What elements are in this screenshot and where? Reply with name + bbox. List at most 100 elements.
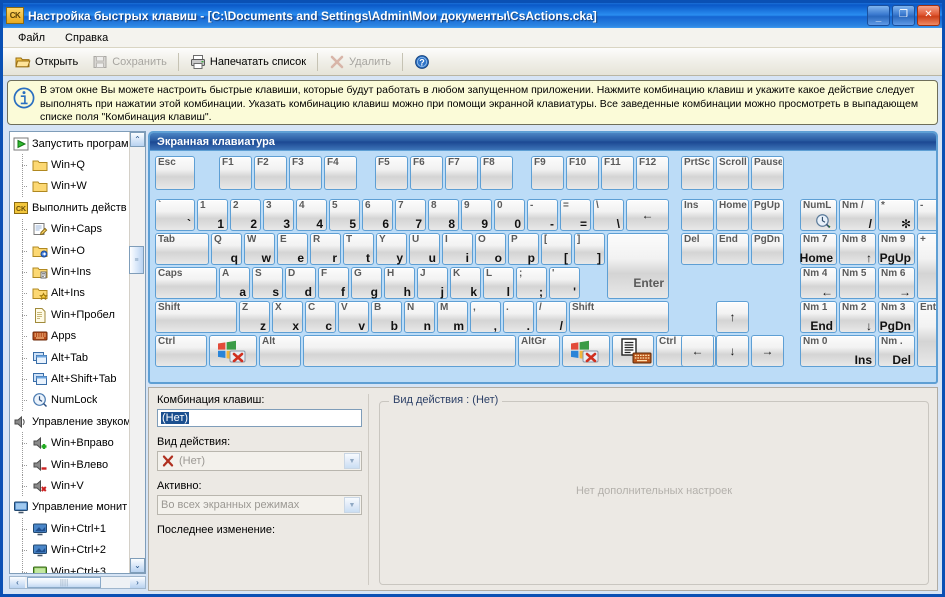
keyboard-key[interactable]: F4: [324, 156, 357, 190]
keyboard-key[interactable]: F2: [254, 156, 287, 190]
keyboard-key[interactable]: [612, 335, 654, 367]
keyboard-key[interactable]: Nn: [404, 301, 435, 333]
keyboard-key[interactable]: F3: [289, 156, 322, 190]
scroll-down-button[interactable]: ⌄: [130, 558, 145, 573]
tree-vertical-scrollbar[interactable]: ⌃ ⌄: [129, 132, 145, 573]
keyboard-key[interactable]: --: [527, 199, 558, 231]
actions-tree-list[interactable]: Запустить програм Win+Q Win+W CK Выполнить д…: [10, 132, 129, 573]
menu-item-help[interactable]: Справка: [56, 30, 117, 46]
tree-item-row[interactable]: Win+W: [10, 175, 129, 198]
keyboard-key[interactable]: Del: [681, 233, 714, 265]
on-screen-keyboard[interactable]: Esc F1 F2 F3 F4 F5 F6 F7 F8 F9 F10 F11 F12 PrtSc Scrol…: [150, 151, 936, 382]
keyboard-key[interactable]: F6: [410, 156, 443, 190]
scroll-right-button[interactable]: ›: [130, 577, 145, 588]
keyboard-key[interactable]: 33: [263, 199, 294, 231]
keyboard-key[interactable]: Jj: [417, 267, 448, 299]
keyboard-key[interactable]: Ee: [277, 233, 308, 265]
keyboard-key[interactable]: F10: [566, 156, 599, 190]
keyboard-key[interactable]: Scroll: [716, 156, 749, 190]
keyboard-key[interactable]: →: [751, 335, 784, 367]
keyboard-key[interactable]: End: [716, 233, 749, 265]
tree-item-row[interactable]: Win+Пробел: [10, 304, 129, 326]
keyboard-key[interactable]: Nm 6 →: [878, 267, 915, 299]
keyboard-key[interactable]: 11: [197, 199, 228, 231]
keyboard-key[interactable]: Nm . Del: [878, 335, 915, 367]
keyboard-key[interactable]: Oo: [475, 233, 506, 265]
keyboard-key[interactable]: Nm 8 ↑: [839, 233, 876, 265]
keyboard-key[interactable]: Dd: [285, 267, 316, 299]
keyboard-key[interactable]: Nm 0 Ins: [800, 335, 876, 367]
maximize-button[interactable]: ❐: [892, 5, 915, 26]
keyboard-key[interactable]: Nm 3 PgDn: [878, 301, 915, 333]
keyboard-key[interactable]: ++: [917, 233, 936, 299]
keyboard-key[interactable]: Tt: [343, 233, 374, 265]
keyboard-key[interactable]: Home: [716, 199, 749, 231]
tree-item-row[interactable]: NumLock: [10, 389, 129, 412]
keyboard-key[interactable]: Yy: [376, 233, 407, 265]
keyboard-key[interactable]: Nm 9 PgUp: [878, 233, 915, 265]
keyboard-key[interactable]: * ✻: [878, 199, 915, 231]
tree-scroll-thumb[interactable]: ≡: [129, 246, 144, 274]
keyboard-key[interactable]: 99: [461, 199, 492, 231]
tree-item-row[interactable]: Win+Ctrl+1: [10, 518, 129, 540]
tree-group-row[interactable]: CK Выполнить действ: [10, 197, 129, 218]
keyboard-key[interactable]: Nm 5: [839, 267, 876, 299]
active-select[interactable]: Во всех экранных режимах ▼: [157, 495, 362, 515]
keyboard-key[interactable]: Vv: [338, 301, 369, 333]
keyboard-key[interactable]: F12: [636, 156, 669, 190]
chevron-down-icon-2[interactable]: ▼: [344, 497, 360, 513]
keyboard-key[interactable]: Ins: [681, 199, 714, 231]
keyboard-key[interactable]: Aa: [219, 267, 250, 299]
menu-item-file[interactable]: Файл: [9, 30, 54, 46]
tree-item-row[interactable]: Win+O: [10, 239, 129, 262]
keyboard-key[interactable]: 88: [428, 199, 459, 231]
tree-item-row[interactable]: Win+Вправо: [10, 432, 129, 455]
keyboard-key[interactable]: Cc: [305, 301, 336, 333]
keyboard-key[interactable]: ]]: [574, 233, 605, 265]
keyboard-key[interactable]: Nm 1 End: [800, 301, 837, 333]
keyboard-key[interactable]: Ss: [252, 267, 283, 299]
keyboard-key[interactable]: 77: [395, 199, 426, 231]
keyboard-key[interactable]: Ff: [318, 267, 349, 299]
minimize-button[interactable]: _: [867, 5, 890, 26]
keyboard-key[interactable]: F5: [375, 156, 408, 190]
keyboard-key[interactable]: [[: [541, 233, 572, 265]
keyboard-key[interactable]: PrtSc: [681, 156, 714, 190]
chevron-down-icon[interactable]: ▼: [344, 453, 360, 469]
keyboard-key[interactable]: Nm 4 ←: [800, 267, 837, 299]
tree-item-row[interactable]: Win+Q: [10, 154, 129, 177]
keyboard-key[interactable]: Alt: [259, 335, 301, 367]
keyboard-key[interactable]: Nm / /: [839, 199, 876, 231]
keyboard-key[interactable]: Ll: [483, 267, 514, 299]
keyboard-key[interactable]: ' ': [549, 267, 580, 299]
keyboard-key[interactable]: NumL: [800, 199, 837, 231]
scroll-up-button[interactable]: ⌃: [130, 132, 145, 147]
tree-hscroll-thumb[interactable]: ||||: [27, 577, 101, 588]
keyboard-key[interactable]: Nm 2 ↓: [839, 301, 876, 333]
keyboard-key[interactable]: F11: [601, 156, 634, 190]
keyboard-key[interactable]: Zz: [239, 301, 270, 333]
keyboard-key[interactable]: [303, 335, 516, 367]
keyboard-key[interactable]: Uu: [409, 233, 440, 265]
help-button[interactable]: ?: [407, 51, 437, 72]
keyboard-key[interactable]: ..: [503, 301, 534, 333]
tree-item-row[interactable]: Win+V: [10, 475, 129, 498]
keyboard-key[interactable]: ←: [681, 335, 714, 367]
keyboard-key[interactable]: Ctrl: [155, 335, 207, 367]
action-type-select[interactable]: (Нет) ▼: [157, 451, 362, 471]
keyboard-key[interactable]: ←: [626, 199, 669, 231]
print-list-button[interactable]: Напечатать список: [183, 51, 313, 72]
keyboard-key[interactable]: Hh: [384, 267, 415, 299]
keyboard-key[interactable]: Qq: [211, 233, 242, 265]
keyboard-key[interactable]: F1: [219, 156, 252, 190]
keyboard-key[interactable]: 66: [362, 199, 393, 231]
keyboard-key[interactable]: Ww: [244, 233, 275, 265]
keyboard-key[interactable]: Pp: [508, 233, 539, 265]
keyboard-key[interactable]: Enter: [607, 233, 669, 299]
tree-item-row[interactable]: Alt+Tab: [10, 346, 129, 369]
keyboard-key[interactable]: Shift: [569, 301, 669, 333]
keyboard-key[interactable]: [562, 335, 610, 367]
keyboard-key[interactable]: PgUp: [751, 199, 784, 231]
tree-item-row[interactable]: Alt+Ins: [10, 282, 129, 305]
keyboard-key[interactable]: PgDn: [751, 233, 784, 265]
